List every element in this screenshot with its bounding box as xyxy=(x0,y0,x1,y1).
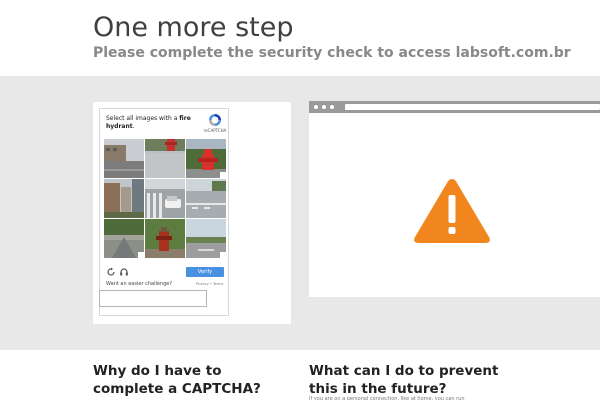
header: One more step Please complete the securi… xyxy=(0,0,600,76)
faq-answer-snippet: If you are on a personal connection, lik… xyxy=(309,396,465,400)
captcha-prompt: Select all images with a fire hydrant. xyxy=(106,115,196,131)
browser-url-bar xyxy=(345,104,600,110)
captcha-image-grid xyxy=(104,139,226,259)
browser-dot xyxy=(314,105,318,109)
page-subtitle: Please complete the security check to ac… xyxy=(93,45,571,61)
captcha-prompt-prefix: Select all images with a xyxy=(106,115,178,122)
page-title: One more step xyxy=(93,12,294,43)
faq-question-prevent: What can I do to prevent this in the fut… xyxy=(309,363,499,397)
captcha-tile-road-street[interactable] xyxy=(104,139,144,178)
captcha-tile-intersection[interactable] xyxy=(186,179,226,218)
captcha-card: Select all images with a fire hydrant. r… xyxy=(93,102,291,324)
privacy-terms-link[interactable]: Privacy • Terms xyxy=(196,282,223,286)
browser-dot xyxy=(330,105,334,109)
reload-icon[interactable] xyxy=(106,267,116,277)
recaptcha-logo: reCAPTCHA xyxy=(202,113,228,135)
captcha-prompt-suffix: . xyxy=(132,123,135,130)
captcha-tile-buildings[interactable] xyxy=(104,179,144,218)
captcha-controls: Verify xyxy=(104,266,226,280)
browser-illustration xyxy=(309,101,600,297)
recaptcha-icon xyxy=(209,114,221,126)
verify-button[interactable]: Verify xyxy=(186,267,224,277)
warning-icon xyxy=(414,179,490,243)
captcha-tile-fire-hydrant-top[interactable] xyxy=(145,139,185,178)
captcha-tile-fire-hydrant[interactable] xyxy=(186,139,226,178)
captcha-tile-road-sky[interactable] xyxy=(186,219,226,258)
faq-question-why: Why do I have to complete a CAPTCHA? xyxy=(93,363,261,397)
captcha-tile-crosswalk-car[interactable] xyxy=(145,179,185,218)
captcha-challenge: Select all images with a fire hydrant. r… xyxy=(99,108,229,316)
browser-toolbar xyxy=(309,101,600,113)
headphones-icon[interactable] xyxy=(119,267,129,277)
captcha-response-field[interactable] xyxy=(99,290,207,307)
captcha-tile-road-trees[interactable] xyxy=(104,219,144,258)
easier-challenge-link[interactable]: Want an easier challenge? xyxy=(106,281,172,287)
browser-body xyxy=(309,113,600,297)
captcha-tile-fire-hydrant-bottom[interactable] xyxy=(145,219,185,258)
recaptcha-logo-text: reCAPTCHA xyxy=(203,128,227,133)
browser-dot xyxy=(322,105,326,109)
faq-section xyxy=(0,350,600,400)
